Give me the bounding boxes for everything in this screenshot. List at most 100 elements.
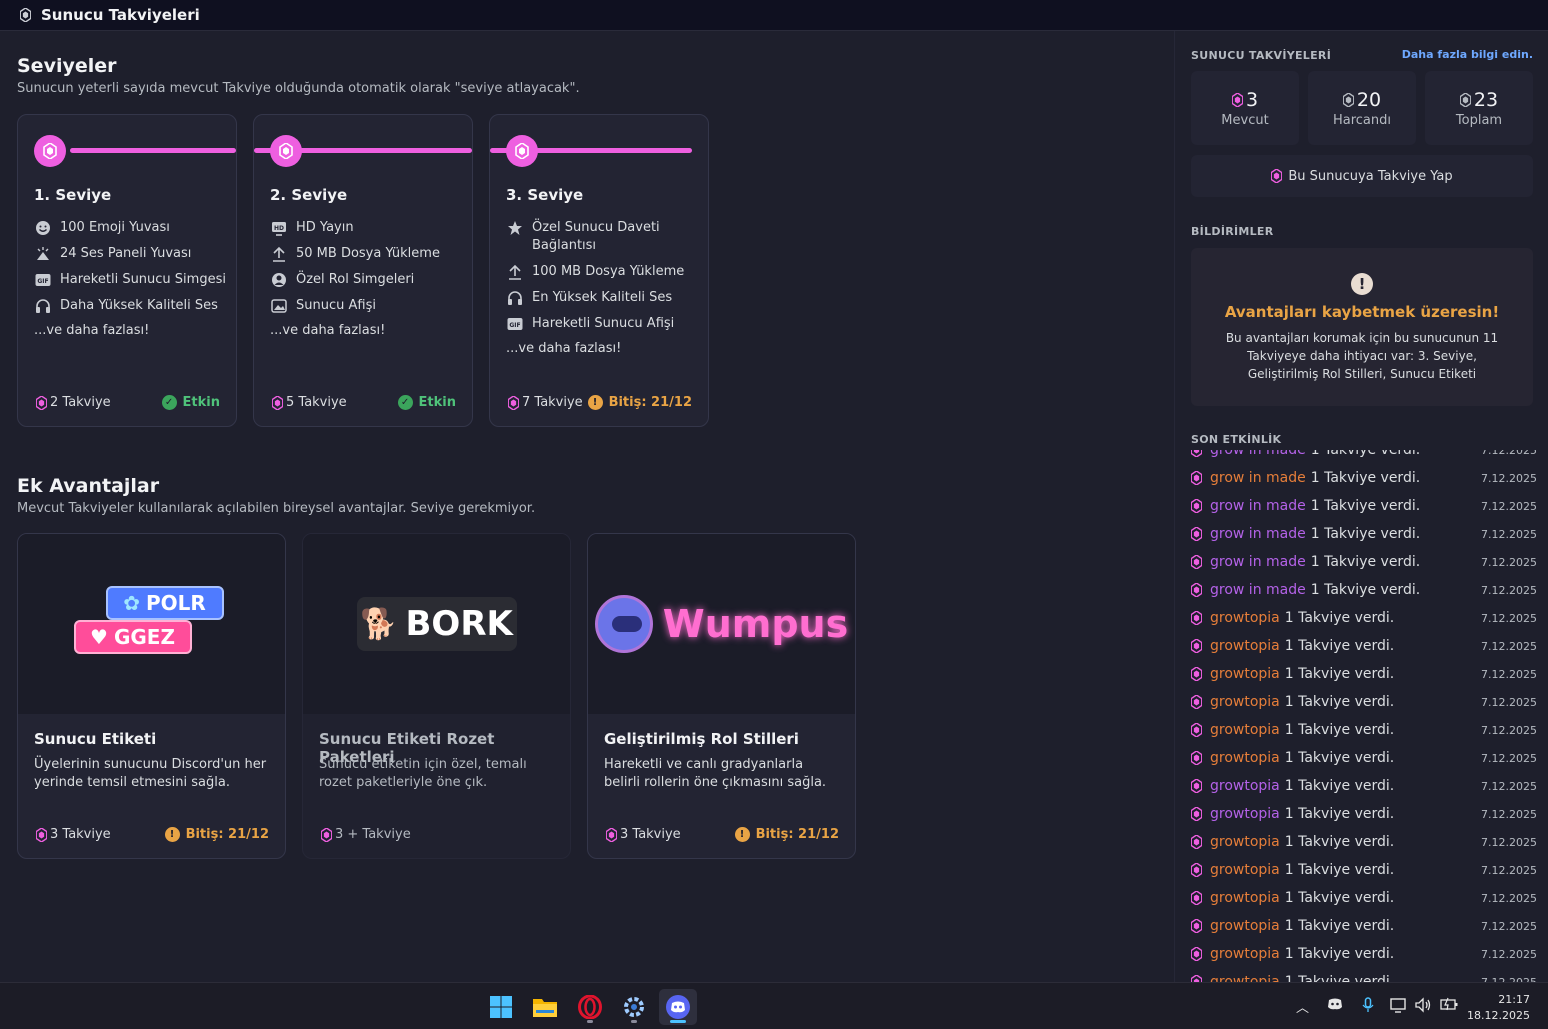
activity-user-name[interactable]: grow in made — [1210, 450, 1306, 458]
boost-stat: 23 Toplam — [1425, 71, 1533, 145]
activity-user-name[interactable]: growtopia — [1210, 806, 1280, 822]
soundboard-icon — [34, 245, 52, 263]
system-clock[interactable]: 21:17 18.12.2025 — [1467, 992, 1530, 1024]
perk-card[interactable]: ✿ POLR ♥ GGEZ Sunucu Etiketi Üyelerinin sunuc… — [17, 533, 286, 859]
extras-title: Ek Avantajlar — [17, 475, 160, 497]
boost-gem-icon — [321, 827, 332, 842]
boost-server-button[interactable]: Bu Sunucuya Takviye Yap — [1191, 155, 1533, 197]
activity-user-name[interactable]: growtopia — [1210, 750, 1280, 766]
activity-user-name[interactable]: grow in made — [1210, 554, 1306, 570]
activity-date: 7.12.2025 — [1481, 583, 1537, 597]
tier-perk-label: 50 MB Dosya Yükleme — [296, 246, 440, 261]
activity-text: 1 Takviye verdi. — [1284, 806, 1395, 822]
tier-boost-count: 5 Takviye — [286, 395, 347, 410]
perk-boost-count: 3 Takviye — [50, 827, 111, 842]
perk-card[interactable]: 🐕 BORK Sunucu Etiketi Rozet Paketleri Sunuc… — [302, 533, 571, 859]
activity-row: grow in made 1 Takviye verdi. 7.12.2025 — [1191, 520, 1537, 548]
boost-gem-icon — [1191, 527, 1202, 541]
activity-user-name[interactable]: growtopia — [1210, 778, 1280, 794]
battery-icon[interactable] — [1440, 997, 1458, 1015]
window-title: Sunucu Takviyeleri — [41, 6, 200, 24]
settings-app-icon[interactable] — [615, 989, 653, 1025]
activity-user-name[interactable]: grow in made — [1210, 526, 1306, 542]
file-explorer-icon[interactable] — [526, 989, 564, 1025]
activity-user-name[interactable]: growtopia — [1210, 890, 1280, 906]
tier-badge — [270, 135, 302, 167]
wumpus-mascot-icon — [594, 595, 653, 653]
discord-icon[interactable] — [659, 989, 697, 1025]
tier-status: ✓ Etkin — [397, 395, 456, 410]
activity-user-name[interactable]: growtopia — [1210, 974, 1280, 982]
tier-perk: Sunucu Afişi — [270, 297, 462, 315]
tier-perk: Daha Yüksek Kaliteli Ses — [34, 297, 226, 315]
activity-text: 1 Takviye verdi. — [1284, 834, 1395, 850]
activity-user-name[interactable]: growtopia — [1210, 722, 1280, 738]
activity-user-name[interactable]: growtopia — [1210, 666, 1280, 682]
perk-boost-requirement: 3 Takviye — [36, 827, 111, 842]
clock-icon: ! — [587, 395, 603, 410]
activity-user-name[interactable]: growtopia — [1210, 694, 1280, 710]
activity-text: 1 Takviye verdi. — [1310, 498, 1421, 514]
tier-footer: 2 Takviye ✓ Etkin — [36, 395, 220, 410]
activity-user-name[interactable]: growtopia — [1210, 834, 1280, 850]
windows-start-icon[interactable] — [482, 989, 520, 1025]
activity-date: 7.12.2025 — [1481, 835, 1537, 849]
activity-user-name[interactable]: growtopia — [1210, 946, 1280, 962]
activity-date: 7.12.2025 — [1481, 723, 1537, 737]
tier-card: 1. Seviye 100 Emoji Yuvası 24 Ses Paneli Y… — [17, 114, 237, 427]
boost-stat-number: 3 — [1245, 89, 1259, 111]
tier-name: 1. Seviye — [34, 186, 112, 204]
star-icon — [506, 219, 524, 237]
learn-more-link[interactable]: Daha fazla bilgi edin. — [1402, 48, 1533, 61]
activity-text: 1 Takviye verdi. — [1284, 946, 1395, 962]
boost-stat-number: 23 — [1473, 89, 1499, 111]
activity-user-name[interactable]: growtopia — [1210, 918, 1280, 934]
wumpus-wordmark: Wumpus — [662, 602, 849, 646]
volume-icon[interactable] — [1414, 997, 1432, 1017]
activity-row: growtopia 1 Takviye verdi. 7.12.2025 — [1191, 688, 1537, 716]
boost-stat-value: 23 — [1425, 89, 1533, 111]
tier-perk: Özel Rol Simgeleri — [270, 271, 462, 289]
activity-date: 7.12.2025 — [1481, 863, 1537, 877]
levels-subtitle: Sunucun yeterli sayıda mevcut Takviye ol… — [17, 81, 580, 96]
perk-status-label: Bitiş: 21/12 — [185, 827, 269, 842]
activity-date: 7.12.2025 — [1481, 695, 1537, 709]
activity-row: growtopia 1 Takviye verdi. 7.12.2025 — [1191, 940, 1537, 968]
tier-perk: 24 Ses Paneli Yuvası — [34, 245, 226, 263]
perk-description: Üyelerinin sunucunu Discord'un her yerin… — [34, 757, 267, 790]
activity-user-name[interactable]: growtopia — [1210, 862, 1280, 878]
activity-text: 1 Takviye verdi. — [1284, 862, 1395, 878]
microphone-icon[interactable] — [1362, 997, 1374, 1017]
tier-perk-label: 100 MB Dosya Yükleme — [532, 264, 685, 279]
tier-perk-label: 24 Ses Paneli Yuvası — [60, 246, 192, 261]
upload-icon — [506, 263, 524, 281]
network-icon[interactable] — [1390, 997, 1408, 1017]
tier-more-text: ...ve daha fazlası! — [34, 323, 150, 338]
activity-user-name[interactable]: growtopia — [1210, 610, 1280, 626]
activity-row: growtopia 1 Takviye verdi. 7.12.2025 — [1191, 716, 1537, 744]
tier-perk: GIF Hareketli Sunucu Afişi — [506, 315, 698, 333]
tier-status: ! Bitiş: 21/12 — [587, 395, 692, 410]
perk-boost-requirement: 3 Takviye — [606, 827, 681, 842]
clock-time: 21:17 — [1498, 993, 1530, 1006]
activity-text: 1 Takviye verdi. — [1310, 582, 1421, 598]
activity-user-name[interactable]: grow in made — [1210, 470, 1306, 486]
activity-user-name[interactable]: grow in made — [1210, 498, 1306, 514]
activity-text: 1 Takviye verdi. — [1284, 890, 1395, 906]
title-bar: Sunucu Takviyeleri — [0, 0, 1548, 31]
tier-perk-label: Sunucu Afişi — [296, 298, 376, 313]
discord-tray-icon[interactable] — [1327, 997, 1343, 1015]
tier-boost-requirement: 2 Takviye — [36, 395, 111, 410]
tier-perk-label: Hareketli Sunucu Simgesi — [60, 272, 226, 287]
perk-card[interactable]: Wumpus Geliştirilmiş Rol Stilleri Hareketl… — [587, 533, 856, 859]
boost-gem-icon — [1191, 471, 1202, 485]
notification-card: ! Avantajları kaybetmek üzeresin! Bu ava… — [1191, 248, 1533, 406]
activity-list[interactable]: grow in made 1 Takviye verdi. 7.12.2025 gro… — [1191, 450, 1537, 982]
warning-icon: ! — [1351, 273, 1373, 295]
activity-user-name[interactable]: grow in made — [1210, 582, 1306, 598]
activity-user-name[interactable]: growtopia — [1210, 638, 1280, 654]
sidebar: SUNUCU TAKVİYELERİ Daha fazla bilgi edin… — [1174, 31, 1548, 982]
boost-gem-icon — [36, 827, 47, 842]
chevron-up-icon[interactable]: ︿ — [1296, 997, 1309, 1016]
opera-icon[interactable] — [571, 989, 609, 1025]
